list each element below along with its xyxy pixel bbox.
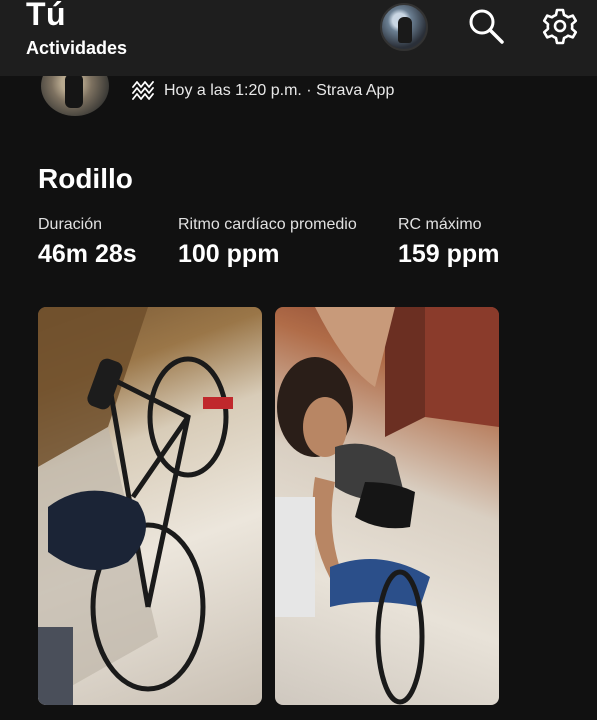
stat-avg-heart-rate: Ritmo cardíaco promedio 100 ppm bbox=[178, 216, 357, 269]
page-subtitle: Actividades bbox=[26, 38, 128, 58]
gear-icon bbox=[542, 8, 578, 45]
stat-label: Duración bbox=[38, 216, 103, 233]
search-button[interactable] bbox=[466, 6, 506, 46]
settings-button[interactable] bbox=[540, 6, 580, 46]
stat-duration: Duración 46m 28s bbox=[38, 216, 137, 269]
bike-on-trainer-photo[interactable] bbox=[38, 307, 262, 705]
stat-value: 100 ppm bbox=[178, 240, 280, 268]
search-icon bbox=[469, 9, 504, 44]
stat-value: 159 ppm bbox=[398, 240, 500, 268]
page-title: Tú bbox=[26, 0, 67, 32]
stat-label: RC máximo bbox=[398, 216, 482, 233]
rider-selfie-photo[interactable] bbox=[275, 307, 499, 705]
trainer-activity-icon bbox=[132, 81, 154, 100]
activity-meta: Hoy a las 1:20 p.m. · Strava App bbox=[132, 79, 394, 103]
activity-title[interactable]: Rodillo bbox=[38, 163, 133, 195]
stat-label: Ritmo cardíaco promedio bbox=[178, 216, 357, 233]
top-header: Tú Actividades bbox=[0, 0, 597, 76]
stat-max-heart-rate: RC máximo 159 ppm bbox=[398, 216, 499, 269]
activity-meta-text: Hoy a las 1:20 p.m. · Strava App bbox=[164, 82, 395, 99]
stat-value: 46m 28s bbox=[38, 240, 137, 268]
profile-avatar[interactable] bbox=[380, 3, 428, 51]
